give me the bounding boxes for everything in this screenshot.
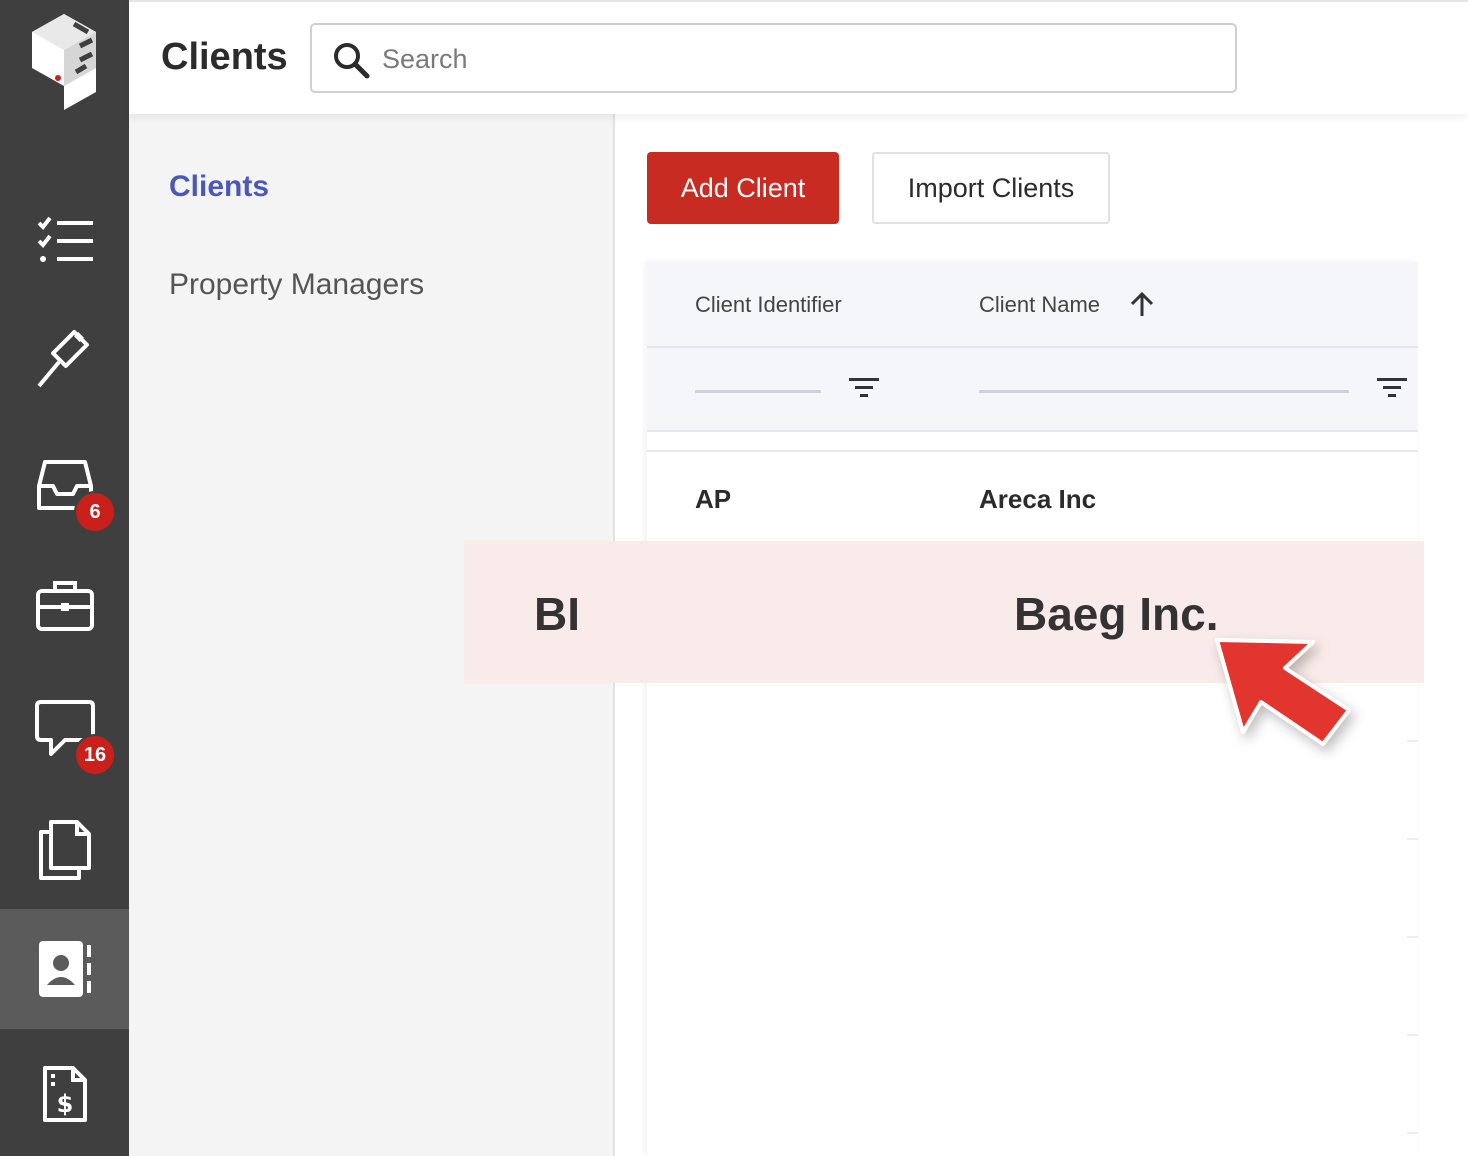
icon-rail: 6 16 $ bbox=[0, 0, 129, 1156]
gavel-icon bbox=[36, 330, 89, 388]
client-identifier-filter-input[interactable] bbox=[695, 390, 821, 393]
row-divider bbox=[1407, 1132, 1418, 1134]
add-client-button[interactable]: Add Client bbox=[647, 152, 839, 224]
highlighted-client-name[interactable]: Baeg Inc. bbox=[1014, 587, 1219, 641]
rail-item-tasks[interactable] bbox=[0, 180, 129, 300]
top-bar: Clients bbox=[129, 0, 1468, 114]
search-icon bbox=[332, 41, 370, 84]
svg-text:$: $ bbox=[56, 1090, 73, 1118]
rail-item-documents[interactable] bbox=[0, 790, 129, 910]
contacts-icon bbox=[38, 941, 91, 997]
app-logo[interactable] bbox=[24, 6, 104, 116]
rail-item-inbox[interactable]: 6 bbox=[0, 425, 129, 545]
table-header: Client Identifier Client Name bbox=[647, 262, 1418, 432]
checklist-icon bbox=[37, 216, 93, 262]
app-window: 6 16 $ Clients Search Clients Property M… bbox=[0, 0, 1468, 1156]
client-name-filter-input[interactable] bbox=[979, 390, 1349, 393]
section-nav-item-clients[interactable]: Clients bbox=[169, 170, 269, 204]
filter-icon[interactable] bbox=[1377, 376, 1407, 403]
rail-item-contacts[interactable] bbox=[0, 909, 129, 1029]
rail-item-billing[interactable]: $ bbox=[0, 1034, 129, 1154]
table-cell-client-name[interactable]: Areca Inc bbox=[979, 484, 1096, 515]
invoice-icon: $ bbox=[42, 1066, 87, 1122]
import-clients-button[interactable]: Import Clients bbox=[872, 152, 1110, 224]
rail-item-cases[interactable] bbox=[0, 545, 129, 665]
row-divider bbox=[1407, 1034, 1418, 1036]
documents-icon bbox=[38, 820, 91, 880]
table-cell-client-identifier[interactable]: AP bbox=[695, 484, 731, 515]
header-row: Client Identifier Client Name bbox=[647, 262, 1418, 348]
section-nav-item-property-managers[interactable]: Property Managers bbox=[169, 268, 424, 302]
sort-ascending-icon[interactable] bbox=[1129, 290, 1155, 323]
messages-badge: 16 bbox=[74, 734, 116, 776]
rail-item-messages[interactable]: 16 bbox=[0, 668, 129, 788]
column-header-client-identifier[interactable]: Client Identifier bbox=[695, 292, 842, 318]
briefcase-icon bbox=[35, 581, 94, 631]
filter-icon[interactable] bbox=[849, 376, 879, 403]
search-input[interactable] bbox=[382, 37, 1202, 81]
row-divider bbox=[647, 450, 1418, 452]
row-divider bbox=[1407, 936, 1418, 938]
pointer-arrow-icon bbox=[1215, 638, 1351, 746]
inbox-badge: 6 bbox=[74, 491, 116, 533]
page-title: Clients bbox=[161, 36, 288, 78]
rail-item-legal[interactable] bbox=[0, 300, 129, 420]
row-divider bbox=[1407, 838, 1418, 840]
column-header-client-name[interactable]: Client Name bbox=[979, 292, 1100, 318]
search-box[interactable] bbox=[310, 23, 1237, 93]
row-divider bbox=[1407, 740, 1418, 742]
highlighted-client-identifier: BI bbox=[534, 588, 580, 640]
